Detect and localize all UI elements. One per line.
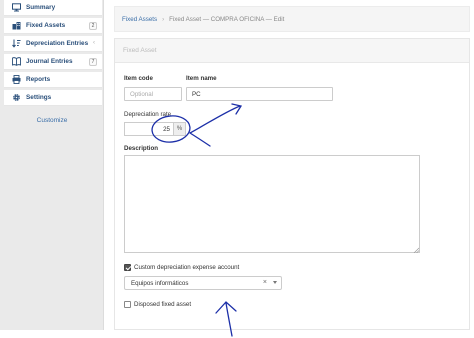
item-code-label: Item code [124, 75, 153, 82]
sidebar-item-label: Summary [26, 4, 56, 11]
sidebar-item-journal-entries[interactable]: Journal Entries 7 [4, 54, 102, 70]
book-icon [12, 57, 21, 66]
percent-addon: % [173, 123, 185, 135]
chevron-left-icon[interactable]: ‹ [93, 40, 95, 46]
sidebar-item-summary[interactable]: Summary [4, 0, 102, 16]
depreciation-rate-input[interactable] [125, 123, 173, 135]
disposed-checkbox[interactable] [124, 301, 131, 308]
sidebar-item-label: Depreciation Entries [26, 40, 89, 47]
expense-account-select[interactable]: Equipos informáticos × [124, 276, 282, 290]
depreciation-rate-label: Depreciation rate [124, 111, 172, 118]
sidebar-item-label: Settings [26, 94, 52, 101]
description-textarea[interactable] [124, 155, 420, 253]
clear-icon[interactable]: × [263, 279, 267, 286]
monitor-icon [12, 3, 21, 12]
depreciation-rate-group: % [124, 122, 186, 136]
printer-icon [12, 75, 21, 84]
sidebar-item-label: Reports [26, 76, 51, 83]
sort-down-icon [12, 39, 21, 48]
breadcrumb-root-link[interactable]: Fixed Assets [122, 16, 157, 23]
breadcrumb-current: Fixed Asset — COMPRA OFICINA — Edit [169, 15, 285, 23]
sidebar-item-label: Journal Entries [26, 58, 73, 65]
chevron-down-icon[interactable] [273, 281, 277, 284]
sidebar-item-depreciation-entries[interactable]: Depreciation Entries ‹ [4, 36, 102, 52]
count-badge: 7 [89, 58, 97, 66]
description-label: Description [124, 145, 159, 152]
sidebar: Summary Fixed Assets 2 Depreciation Entr… [0, 0, 104, 330]
customize-link[interactable]: Customize [0, 117, 104, 124]
item-name-label: Item name [186, 75, 217, 82]
selected-account: Equipos informáticos [131, 279, 189, 287]
item-code-input[interactable] [124, 87, 182, 101]
custom-account-label: Custom depreciation expense account [134, 264, 240, 271]
sidebar-item-label: Fixed Assets [26, 22, 66, 29]
building-icon [12, 21, 21, 30]
breadcrumb: Fixed Assets › Fixed Asset — COMPRA OFIC… [114, 6, 470, 32]
gear-icon [12, 93, 21, 102]
custom-account-checkbox[interactable] [124, 264, 131, 271]
panel-title: Fixed Asset [115, 39, 469, 63]
resize-grip-icon[interactable] [413, 247, 419, 253]
count-badge: 2 [89, 22, 97, 30]
chevron-right-icon: › [162, 15, 165, 23]
sidebar-item-reports[interactable]: Reports [4, 72, 102, 88]
disposed-label: Disposed fixed asset [134, 301, 192, 308]
item-name-input[interactable] [186, 87, 333, 101]
sidebar-item-settings[interactable]: Settings [4, 90, 102, 106]
sidebar-item-fixed-assets[interactable]: Fixed Assets 2 [4, 18, 102, 34]
